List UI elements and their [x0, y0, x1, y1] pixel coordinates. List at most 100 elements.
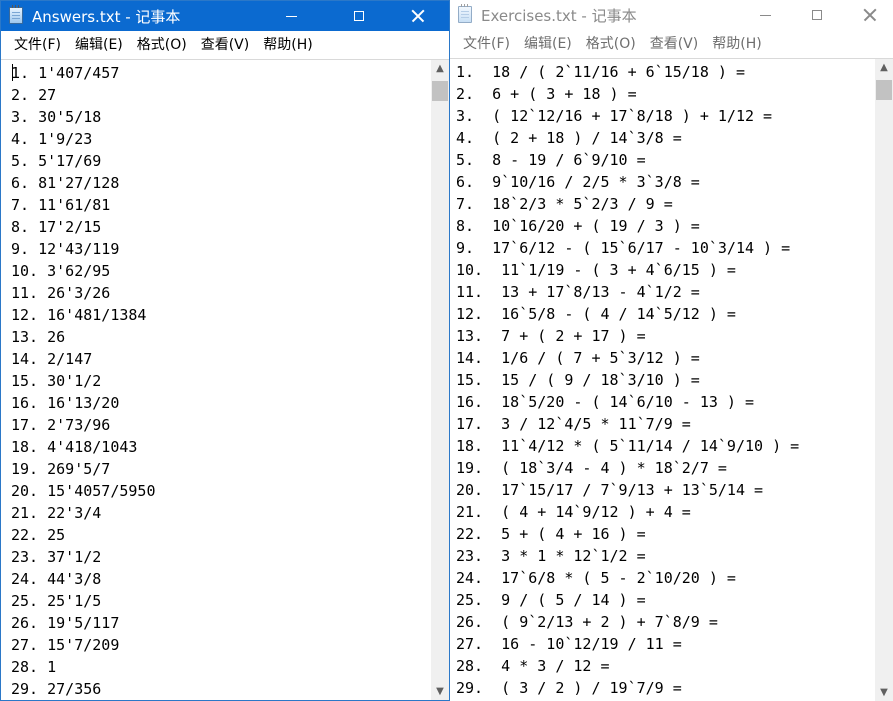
exercise-line: 4. ( 2 + 18 ) / 14`3/8 = [456, 129, 682, 147]
exercises-vertical-scrollbar[interactable]: ▲ ▼ [875, 59, 893, 701]
text-caret [12, 64, 13, 81]
answer-line: 6. 81'27/128 [11, 174, 120, 192]
answer-line: 2. 27 [11, 86, 57, 104]
scroll-up-arrow-icon[interactable]: ▲ [875, 59, 893, 76]
exercise-line: 20. 17`15/17 / 7`9/13 + 13`5/14 = [456, 481, 764, 499]
menu-view[interactable]: 查看(V) [194, 31, 257, 59]
answers-titlebar[interactable]: Answers.txt - 记事本 [1, 1, 449, 31]
answer-line: 10. 3'62/95 [11, 262, 111, 280]
exercise-line: 13. 7 + ( 2 + 17 ) = [456, 327, 646, 345]
menu-edit[interactable]: 编辑(E) [517, 30, 579, 58]
answer-line: 18. 4'418/1043 [11, 438, 138, 456]
exercise-line: 25. 9 / ( 5 / 14 ) = [456, 591, 646, 609]
answer-line: 25. 25'1/5 [11, 592, 102, 610]
close-button[interactable] [847, 0, 893, 30]
minimize-icon [759, 14, 771, 16]
exercise-line: 19. ( 18`3/4 - 4 ) * 18`2/7 = [456, 459, 727, 477]
exercise-line: 8. 10`16/20 + ( 19 / 3 ) = [456, 217, 700, 235]
exercise-line: 18. 11`4/12 * ( 5`11/14 / 14`9/10 ) = [456, 437, 800, 455]
answer-line: 7. 11'61/81 [11, 196, 111, 214]
scrollbar-thumb[interactable] [432, 81, 448, 101]
notepad-icon [458, 4, 472, 23]
exercise-line: 7. 18`2/3 * 5`2/3 / 9 = [456, 195, 673, 213]
exercises-window-title: Exercises.txt - 记事本 [481, 7, 637, 25]
exercise-line: 1. 18 / ( 2`11/16 + 6`15/18 ) = [456, 63, 745, 81]
answer-line: 13. 26 [11, 328, 66, 346]
exercises-titlebar[interactable]: Exercises.txt - 记事本 [450, 0, 893, 30]
exercise-line: 10. 11`1/19 - ( 3 + 4`6/15 ) = [456, 261, 736, 279]
exercise-line: 12. 16`5/8 - ( 4 / 14`5/12 ) = [456, 305, 736, 323]
answers-notepad-window: Answers.txt - 记事本 文件(F) 编辑(E) 格式(O) 查看(V… [0, 0, 450, 701]
exercises-lines: 1. 18 / ( 2`11/16 + 6`15/18 ) = 2. 6 + ( … [450, 59, 875, 699]
answers-text-area[interactable]: 1. 1'407/457 2. 27 3. 30'5/18 4. 1'9/23 5. 5… [1, 60, 431, 700]
exercise-line: 29. ( 3 / 2 ) / 19`7/9 = [456, 679, 682, 697]
exercise-line: 9. 17`6/12 - ( 15`6/17 - 10`3/14 ) = [456, 239, 791, 257]
exercise-line: 27. 16 - 10`12/19 / 11 = [456, 635, 682, 653]
answer-line: 24. 44'3/8 [11, 570, 102, 588]
exercises-editor[interactable]: 1. 18 / ( 2`11/16 + 6`15/18 ) = 2. 6 + ( … [450, 58, 893, 701]
answer-line: 8. 17'2/15 [11, 218, 102, 236]
answers-vertical-scrollbar[interactable]: ▲ ▼ [431, 60, 449, 700]
maximize-icon [354, 11, 364, 21]
answer-line: 27. 15'7/209 [11, 636, 120, 654]
exercise-line: 2. 6 + ( 3 + 18 ) = [456, 85, 637, 103]
menu-help[interactable]: 帮助(H) [256, 31, 319, 59]
scroll-up-arrow-icon[interactable]: ▲ [431, 60, 449, 77]
exercise-line: 14. 1/6 / ( 7 + 5`3/12 ) = [456, 349, 700, 367]
menu-help[interactable]: 帮助(H) [705, 30, 768, 58]
minimize-icon [285, 15, 297, 17]
exercise-line: 21. ( 4 + 14`9/12 ) + 4 = [456, 503, 691, 521]
answer-line: 23. 37'1/2 [11, 548, 102, 566]
close-icon [411, 9, 425, 23]
close-icon [863, 8, 877, 22]
answers-lines: 1. 1'407/457 2. 27 3. 30'5/18 4. 1'9/23 5. 5… [1, 60, 431, 700]
answer-line: 29. 27/356 [11, 680, 102, 698]
answer-line: 22. 25 [11, 526, 66, 544]
answer-line: 9. 12'43/119 [11, 240, 120, 258]
answers-editor[interactable]: 1. 1'407/457 2. 27 3. 30'5/18 4. 1'9/23 5. 5… [1, 59, 449, 700]
answer-line: 15. 30'1/2 [11, 372, 102, 390]
answer-line: 19. 269'5/7 [11, 460, 111, 478]
answer-line: 17. 2'73/96 [11, 416, 111, 434]
answer-line: 12. 16'481/1384 [11, 306, 147, 324]
scroll-down-arrow-icon[interactable]: ▼ [431, 683, 449, 700]
menu-file[interactable]: 文件(F) [7, 31, 68, 59]
exercise-line: 16. 18`5/20 - ( 14`6/10 - 13 ) = [456, 393, 755, 411]
maximize-button[interactable] [794, 0, 840, 30]
exercises-menubar: 文件(F) 编辑(E) 格式(O) 查看(V) 帮助(H) [450, 30, 893, 58]
menu-file[interactable]: 文件(F) [456, 30, 517, 58]
exercise-line: 15. 15 / ( 9 / 18`3/10 ) = [456, 371, 700, 389]
answer-line: 4. 1'9/23 [11, 130, 93, 148]
close-button[interactable] [395, 1, 441, 31]
exercises-text-area[interactable]: 1. 18 / ( 2`11/16 + 6`15/18 ) = 2. 6 + ( … [450, 59, 875, 701]
minimize-button[interactable] [742, 0, 788, 30]
answer-line: 21. 22'3/4 [11, 504, 102, 522]
menu-format[interactable]: 格式(O) [130, 31, 194, 59]
scrollbar-thumb[interactable] [876, 80, 892, 100]
scroll-down-arrow-icon[interactable]: ▼ [875, 684, 893, 701]
menu-format[interactable]: 格式(O) [579, 30, 643, 58]
exercise-line: 24. 17`6/8 * ( 5 - 2`10/20 ) = [456, 569, 736, 587]
menu-edit[interactable]: 编辑(E) [68, 31, 130, 59]
exercise-line: 17. 3 / 12`4/5 * 11`7/9 = [456, 415, 691, 433]
answer-line: 14. 2/147 [11, 350, 93, 368]
answer-line: 20. 15'4057/5950 [11, 482, 156, 500]
exercise-line: 11. 13 + 17`8/13 - 4`1/2 = [456, 283, 700, 301]
answer-line: 16. 16'13/20 [11, 394, 120, 412]
answer-line: 11. 26'3/26 [11, 284, 111, 302]
exercise-line: 3. ( 12`12/16 + 17`8/18 ) + 1/12 = [456, 107, 773, 125]
notepad-icon [9, 5, 23, 24]
answer-line: 3. 30'5/18 [11, 108, 102, 126]
menu-view[interactable]: 查看(V) [643, 30, 706, 58]
minimize-button[interactable] [268, 1, 314, 31]
maximize-icon [812, 10, 822, 20]
exercise-line: 23. 3 * 1 * 12`1/2 = [456, 547, 646, 565]
answer-line: 1. 1'407/457 [11, 64, 120, 82]
exercise-line: 22. 5 + ( 4 + 16 ) = [456, 525, 646, 543]
answer-line: 28. 1 [11, 658, 57, 676]
answer-line: 26. 19'5/117 [11, 614, 120, 632]
answers-menubar: 文件(F) 编辑(E) 格式(O) 查看(V) 帮助(H) [1, 31, 449, 59]
exercises-notepad-window: Exercises.txt - 记事本 文件(F) 编辑(E) 格式(O) 查看… [449, 0, 893, 701]
exercise-line: 26. ( 9`2/13 + 2 ) + 7`8/9 = [456, 613, 718, 631]
maximize-button[interactable] [336, 1, 382, 31]
